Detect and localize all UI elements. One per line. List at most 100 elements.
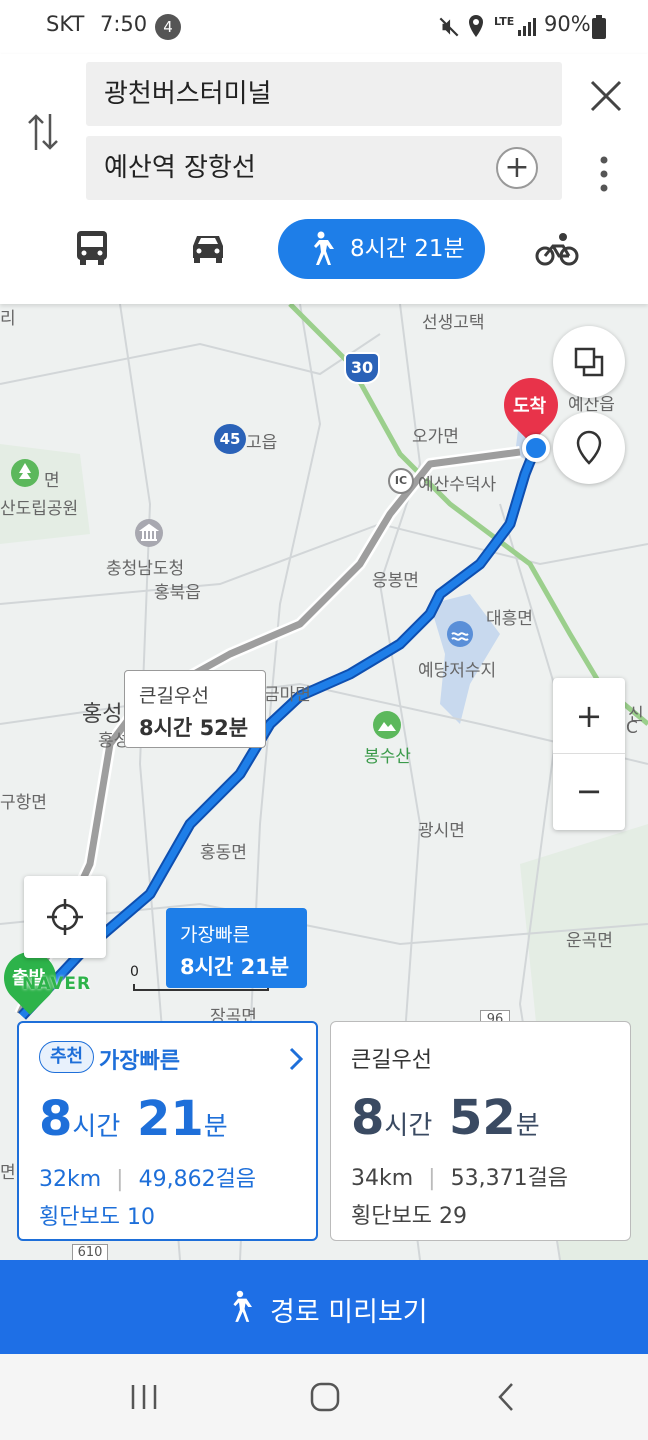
route-preview-button[interactable]: 경로 미리보기 [0, 1260, 648, 1354]
map-label: C [626, 718, 638, 738]
origin-input[interactable]: 광천버스터미널 [86, 62, 562, 126]
fast-route-callout-label: 가장빠른 [180, 924, 250, 946]
map-label: 홍동면 [200, 843, 247, 863]
fast-route-callout[interactable]: 가장빠른 8시간 21분 [166, 908, 307, 988]
duration-hours: 8 [39, 1091, 73, 1147]
destination-input[interactable]: 예산역 장항선 + [86, 136, 562, 200]
map-label: 구항면 [0, 793, 47, 813]
add-waypoint-button[interactable]: + [496, 147, 538, 189]
duration-hours: 8 [351, 1090, 385, 1146]
recommended-badge: 추천 [39, 1041, 95, 1073]
system-navigation-bar [0, 1354, 648, 1440]
clock: 7:50 [100, 12, 148, 36]
map-label: 면 [44, 471, 60, 491]
route-crosswalks: 횡단보도 10 [39, 1205, 155, 1230]
arrival-label: 도착 [513, 396, 547, 417]
hour-unit: 시간 [72, 1112, 121, 1142]
map-label: 응봉면 [372, 571, 419, 591]
map-label: 금마면 [264, 685, 311, 705]
ic-badge: IC [388, 468, 414, 494]
map-label: 리 [0, 309, 16, 329]
back-icon[interactable] [496, 1382, 516, 1412]
route-search-header: 광천버스터미널 예산역 장항선 + 8시간 21분 [0, 54, 648, 304]
mute-icon [439, 17, 459, 37]
duration-minutes: 52 [448, 1090, 516, 1146]
route-stats: 34km | 53,371걸음 [351, 1160, 568, 1192]
route-45-shield: 45 [214, 424, 246, 454]
government-building-icon [135, 519, 163, 547]
home-icon[interactable] [310, 1382, 340, 1412]
pin-outline-icon [576, 430, 602, 465]
reservoir-icon [447, 621, 473, 647]
map-label: 운곡면 [566, 931, 613, 951]
route-steps: 53,371걸음 [450, 1166, 569, 1191]
alt-route-callout-label: 큰길우선 [139, 685, 209, 707]
map-label: 충청남도청 [106, 559, 185, 579]
zoom-in-button[interactable]: + [553, 678, 625, 754]
stat-divider: | [116, 1167, 124, 1192]
route-preview-label: 경로 미리보기 [270, 1297, 428, 1328]
route-610-shield: 610 [72, 1244, 108, 1260]
alt-route-callout-time: 8시간 52분 [139, 716, 249, 740]
map-label: 홍성 [82, 702, 123, 727]
map-label: 선생고택 [422, 313, 485, 333]
map-label: 홍북읍 [154, 583, 201, 603]
map-label: 산도립공원 [0, 499, 79, 519]
naver-logo: NAVER [22, 974, 92, 994]
route-duration: 8시간 21분 [39, 1091, 228, 1147]
route-steps: 49,862걸음 [138, 1167, 257, 1192]
walk-icon [314, 231, 334, 265]
signal-icon [518, 18, 536, 36]
route-distance: 34km [351, 1166, 414, 1191]
route-duration: 8시간 52분 [351, 1090, 540, 1146]
my-location-button[interactable] [24, 876, 106, 958]
zoom-controls: + − [553, 678, 625, 830]
map-label: 오가면 [412, 427, 459, 447]
map-label: 봉수산 [364, 747, 411, 767]
car-mode-icon[interactable] [189, 232, 227, 264]
network-type: LTE [494, 15, 515, 28]
hour-unit: 시간 [384, 1111, 433, 1141]
route-name: 큰길우선 [351, 1048, 432, 1073]
more-options-icon[interactable] [598, 154, 610, 194]
layers-button[interactable] [553, 326, 625, 398]
zoom-out-button[interactable]: − [553, 754, 625, 830]
mountain-icon [373, 711, 401, 739]
route-card-main-road[interactable]: 큰길우선 8시간 52분 34km | 53,371걸음 횡단보도 29 [330, 1021, 631, 1241]
map-label: 고읍 [246, 433, 278, 453]
map-label: 대흥면 [486, 609, 533, 629]
walk-duration: 8시간 21분 [350, 236, 465, 262]
notification-count-badge: 4 [155, 14, 181, 40]
map-label: 예당저수지 [418, 661, 497, 681]
battery-percent: 90% [544, 12, 591, 36]
place-pin-button[interactable] [553, 412, 625, 484]
bus-mode-icon[interactable] [76, 230, 108, 266]
route-name: 가장빠른 [99, 1049, 180, 1074]
route-stats: 32km | 49,862걸음 [39, 1161, 256, 1193]
route-crosswalks: 횡단보도 29 [351, 1204, 467, 1229]
bicycle-mode-icon[interactable] [535, 232, 579, 266]
status-bar: SKT 7:50 4 LTE 90% [0, 0, 648, 54]
scale-label-0: 0 [130, 964, 139, 980]
expressway-30-shield: 30 [344, 352, 380, 384]
crosshair-icon [47, 899, 83, 935]
destination-text: 예산역 장항선 [104, 153, 256, 183]
alt-route-callout[interactable]: 큰길우선 8시간 52분 [124, 670, 266, 748]
minute-unit: 분 [203, 1112, 228, 1142]
current-location-dot [522, 434, 550, 462]
chevron-right-icon[interactable] [289, 1047, 303, 1071]
swap-icon[interactable] [26, 112, 60, 152]
walk-icon [233, 1290, 252, 1322]
map-label: 광시면 [418, 821, 465, 841]
close-icon[interactable] [588, 78, 624, 114]
route-card-fastest[interactable]: 추천 가장빠른 8시간 21분 32km | 49,862걸음 횡단보도 10 [17, 1021, 318, 1241]
carrier: SKT [46, 12, 85, 36]
recent-apps-icon[interactable] [130, 1384, 158, 1410]
location-icon [469, 15, 483, 37]
fast-route-callout-time: 8시간 21분 [180, 955, 290, 979]
minute-unit: 분 [515, 1111, 540, 1141]
battery-icon [592, 15, 606, 39]
map-label: 예산수덕사 [418, 475, 497, 495]
route-distance: 32km [39, 1167, 102, 1192]
walk-mode-button[interactable]: 8시간 21분 [278, 219, 485, 279]
